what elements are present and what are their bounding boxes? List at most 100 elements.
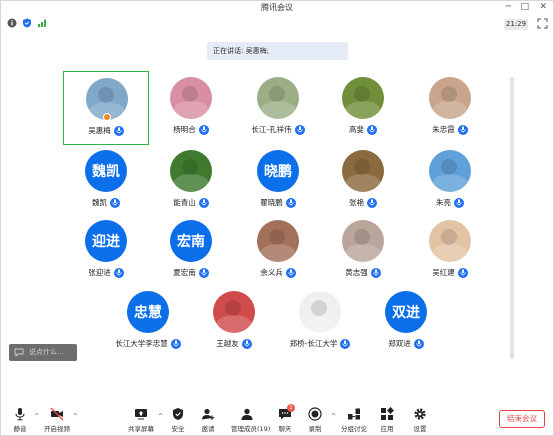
participant-tile[interactable]: 张艳 (320, 144, 406, 218)
participant-name-row: 黄志强 (320, 267, 406, 278)
participant-tile[interactable]: 朱亮 (407, 144, 493, 218)
meeting-window: 腾讯会议 ─ □ ✕ 21:29 正在讲话: 吴惠梅; 吴惠梅 杨明合 长江-孔祥伟… (0, 0, 554, 436)
participant-name-row: 长江大学李忠慧 (105, 338, 191, 349)
breakout-button[interactable]: 分组讨论 (338, 402, 370, 436)
participant-name-row: 吴惠梅 (64, 125, 148, 136)
participant-photo (170, 77, 212, 119)
invite-button[interactable]: 邀请 (192, 402, 224, 436)
participant-tile[interactable]: 王越友 (191, 285, 277, 359)
bottom-toolbar: 静音 ^ 开启视频 ^ 共享屏幕 ^ 安全 邀请 管理成员(19) 1 聊天 录… (1, 402, 553, 436)
participant-tile[interactable]: 朱忠霞 (407, 71, 493, 145)
mute-options-caret[interactable]: ^ (34, 413, 39, 420)
participant-tile[interactable]: 吴红建 (407, 214, 493, 288)
participant-avatar: 晓鹏 (257, 150, 299, 192)
info-icon[interactable] (7, 18, 17, 28)
participant-tile[interactable]: 双进 郑双进 (363, 285, 449, 359)
participant-tile[interactable]: 宏南 夏宏南 (148, 214, 234, 288)
participant-name: 郑双进 (388, 339, 411, 348)
share-screen-icon (135, 409, 147, 420)
microphone-icon (198, 267, 209, 278)
microphone-icon (113, 267, 124, 278)
mute-label: 静音 (13, 425, 27, 433)
participant-gallery: 吴惠梅 杨明合 长江-孔祥伟高斐 朱忠霞魏凯 魏凯 能青山 晓鹏 瞿晓鹏张艳 朱亮迎进 张迎进 宏南… (41, 71, 511, 359)
manage-members-label: 管理成员(19) (231, 425, 271, 433)
manage-members-button[interactable]: 管理成员(19) (231, 402, 271, 436)
record-icon (308, 407, 322, 421)
close-button[interactable]: ✕ (539, 1, 547, 13)
breakout-label: 分组讨论 (341, 425, 367, 433)
window-title: 腾讯会议 (261, 3, 293, 12)
breakout-rooms-icon (348, 408, 360, 420)
participant-name-row: 张迎进 (63, 267, 149, 278)
shield-icon (173, 408, 183, 420)
microphone-icon (285, 197, 296, 208)
participant-name-row: 朱亮 (407, 197, 493, 208)
participant-photo (257, 220, 299, 262)
settings-button[interactable]: 设置 (404, 402, 436, 436)
participant-tile[interactable]: 长江-孔祥伟 (235, 71, 321, 145)
apps-label: 应用 (380, 425, 394, 433)
participant-tile[interactable]: 杨明合 (148, 71, 234, 145)
participant-tile[interactable]: 黄志强 (320, 214, 406, 288)
participant-tile[interactable]: 魏凯 魏凯 (63, 144, 149, 218)
video-button[interactable]: 开启视频 (41, 402, 73, 436)
chat-quick-input[interactable]: 说点什么... (9, 344, 77, 361)
microphone-icon (367, 197, 377, 208)
apps-button[interactable]: 应用 (371, 402, 403, 436)
participant-name-row: 张艳 (320, 197, 406, 208)
participant-photo (429, 150, 471, 192)
fullscreen-icon[interactable] (537, 18, 548, 29)
microphone-icon (454, 197, 464, 208)
participant-name: 王越友 (216, 339, 239, 348)
participant-photo (299, 291, 341, 333)
gear-icon (414, 408, 426, 420)
chat-label: 聊天 (278, 425, 292, 433)
participant-name: 高斐 (349, 125, 364, 134)
gallery-scrollbar[interactable] (510, 77, 514, 359)
participant-tile[interactable]: 忠慧 长江大学李忠慧 (105, 285, 191, 359)
signal-icon[interactable] (37, 18, 47, 28)
participant-name: 张艳 (349, 198, 364, 207)
participant-name: 余义兵 (260, 268, 283, 277)
shield-icon[interactable] (22, 18, 32, 28)
maximize-button[interactable]: □ (520, 1, 529, 13)
chat-placeholder: 说点什么... (29, 348, 64, 356)
participant-photo (429, 220, 471, 262)
participant-avatar: 宏南 (170, 220, 212, 262)
invite-label: 邀请 (201, 425, 215, 433)
microphone-icon (170, 338, 181, 349)
participant-tile[interactable]: 余义兵 (235, 214, 321, 288)
participant-tile[interactable]: 迎进 张迎进 (63, 214, 149, 288)
chat-button[interactable]: 1 聊天 (269, 402, 301, 436)
share-screen-button[interactable]: 共享屏幕 (125, 402, 157, 436)
participant-tile[interactable]: 郑桥-长江大学 (277, 285, 363, 359)
participant-tile[interactable]: 吴惠梅 (63, 71, 149, 145)
microphone-icon (110, 197, 120, 208)
security-button[interactable]: 安全 (162, 402, 194, 436)
microphone-icon (15, 408, 25, 421)
participant-name: 吴惠梅 (88, 126, 111, 135)
participant-name: 黄志强 (345, 268, 368, 277)
participant-avatar: 双进 (385, 291, 427, 333)
participant-photo (170, 150, 212, 192)
participant-name-row: 高斐 (320, 124, 406, 135)
participant-name-row: 杨明合 (148, 124, 234, 135)
participant-name: 郑桥-长江大学 (289, 339, 338, 348)
participant-tile[interactable]: 晓鹏 瞿晓鹏 (235, 144, 321, 218)
mute-button[interactable]: 静音 (4, 402, 36, 436)
microphone-icon (367, 124, 377, 135)
microphone-icon (198, 124, 209, 135)
participant-tile[interactable]: 能青山 (148, 144, 234, 218)
participant-name: 魏凯 (92, 198, 107, 207)
participant-name-row: 魏凯 (63, 197, 149, 208)
speaking-indicator: 正在讲话: 吴惠梅; (207, 42, 348, 60)
record-button[interactable]: 录制 (299, 402, 331, 436)
participant-tile[interactable]: 高斐 (320, 71, 406, 145)
record-options-caret[interactable]: ^ (331, 413, 336, 420)
meeting-timer: 21:29 (504, 19, 528, 30)
end-meeting-button[interactable]: 结束会议 (499, 410, 545, 428)
minimize-button[interactable]: ─ (506, 1, 511, 13)
participant-photo (342, 220, 384, 262)
video-options-caret[interactable]: ^ (73, 413, 78, 420)
microphone-icon (294, 124, 305, 135)
